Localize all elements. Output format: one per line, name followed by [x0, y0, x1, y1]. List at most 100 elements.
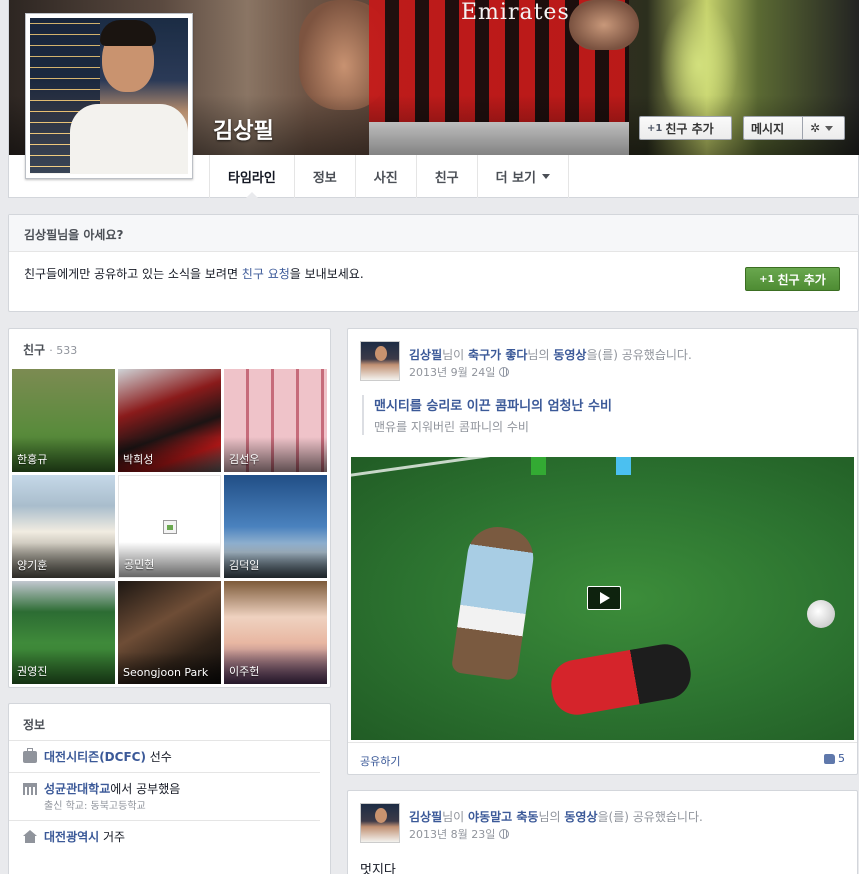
- profile-picture[interactable]: [25, 13, 193, 179]
- play-icon[interactable]: [587, 586, 621, 610]
- add-friend-icon: +1: [647, 122, 663, 134]
- post-text: 을(를) 공유했습니다.: [586, 348, 692, 362]
- friend-tile[interactable]: 박희성: [118, 369, 221, 472]
- friend-tile[interactable]: 김선우: [224, 369, 327, 472]
- friend-name: 한홍규: [12, 437, 115, 472]
- tab-more[interactable]: 더 보기: [478, 155, 570, 198]
- page-link[interactable]: 야동말고 축동: [468, 810, 538, 824]
- info-plain: 선수: [145, 750, 172, 764]
- like-count[interactable]: 5: [824, 752, 845, 765]
- globe-icon: [499, 829, 510, 839]
- info-row-work: 대전시티즌(DCFC) 선수: [9, 741, 320, 773]
- photo-shirt: [70, 104, 188, 174]
- info-row-content: 성균관대학교에서 공부했음 출신 학교: 동북고등학교: [44, 782, 180, 812]
- friend-tile[interactable]: 김덕일: [224, 475, 327, 578]
- friend-tile[interactable]: Seongjoon Park: [118, 581, 221, 684]
- friend-tile[interactable]: 공민현: [118, 475, 221, 578]
- video-thumbnail[interactable]: [351, 457, 854, 740]
- post-meta: 2013년 9월 24일: [409, 364, 510, 380]
- profile-name[interactable]: 김상필: [213, 113, 274, 145]
- info-row-content: 대전광역시 거주: [44, 830, 125, 844]
- tab-friends[interactable]: 친구: [417, 155, 478, 198]
- info-row-education: 성균관대학교에서 공부했음 출신 학교: 동북고등학교: [9, 773, 320, 821]
- tab-photos[interactable]: 사진: [356, 155, 417, 198]
- profile-header: Emirates 김상필 +1 친구 추가 메시지 ✲ 타임라인 정보 사진 친…: [8, 0, 859, 199]
- message-button[interactable]: 메시지: [743, 116, 802, 140]
- info-row-home: 대전광역시 거주: [9, 821, 320, 852]
- timeline-post: 김상필님이 야동말고 축동님의 동영상을(를) 공유했습니다. 2013년 8월…: [347, 790, 858, 874]
- page-link[interactable]: 축구가 좋다: [468, 348, 527, 362]
- workplace-link[interactable]: 대전시티즌(DCFC): [44, 750, 146, 764]
- friends-count: · 533: [49, 344, 78, 357]
- post-date[interactable]: 2013년 9월 24일: [409, 364, 495, 380]
- video-link[interactable]: 동영상: [564, 810, 597, 824]
- friend-name: 김덕일: [224, 543, 327, 578]
- friend-name: 박희성: [118, 437, 221, 472]
- add-friend-label: 친구 추가: [665, 121, 714, 136]
- tab-label: 타임라인: [228, 171, 276, 186]
- friend-tile[interactable]: 권영진: [12, 581, 115, 684]
- video-player-feet: [531, 457, 631, 475]
- post-body: 멋지다: [360, 863, 396, 874]
- friend-tile[interactable]: 이주헌: [224, 581, 327, 684]
- card-text: 친구들에게만 공유하고 있는 소식을 보려면 친구 요청을 보내보세요.: [9, 252, 858, 295]
- shared-link[interactable]: 맨시티를 승리로 이끈 콤파니의 엄청난 수비 맨유를 지워버린 콤파니의 수비: [362, 395, 612, 435]
- add-friend-button[interactable]: +1 친구 추가: [639, 116, 732, 140]
- tab-about[interactable]: 정보: [295, 155, 356, 198]
- school-link[interactable]: 성균관대학교: [44, 782, 110, 796]
- info-work-text: 대전시티즌(DCFC) 선수: [44, 750, 172, 764]
- friend-name: 공민현: [119, 542, 220, 577]
- chevron-down-icon: [542, 174, 551, 179]
- tab-timeline[interactable]: 타임라인: [210, 155, 295, 199]
- avatar[interactable]: [360, 341, 400, 381]
- post-date[interactable]: 2013년 8월 23일: [409, 826, 495, 842]
- timeline-post: 김상필님이 축구가 좋다님의 동영상을(를) 공유했습니다. 2013년 9월 …: [347, 328, 858, 775]
- post-text: 님의: [538, 810, 565, 824]
- home-icon: [23, 830, 37, 843]
- tab-label: 친구: [434, 171, 459, 186]
- broken-image-icon: [163, 520, 177, 534]
- video-player-red: [547, 640, 695, 719]
- friend-name: 이주헌: [224, 649, 327, 684]
- friend-name: 양기훈: [12, 543, 115, 578]
- author-link[interactable]: 김상필: [409, 348, 442, 362]
- friend-name: 권영진: [12, 649, 115, 684]
- friend-tile[interactable]: 한홍규: [12, 369, 115, 472]
- friend-name: Seongjoon Park: [118, 652, 221, 684]
- pitch-line: [351, 457, 560, 478]
- author-link[interactable]: 김상필: [409, 810, 442, 824]
- briefcase-icon: [23, 748, 37, 763]
- settings-dropdown-button[interactable]: ✲: [802, 116, 845, 140]
- friend-request-link[interactable]: 친구 요청: [242, 267, 290, 281]
- school-icon: [23, 783, 37, 795]
- post-header-text: 김상필님이 야동말고 축동님의 동영상을(를) 공유했습니다.: [409, 808, 703, 825]
- info-box: 정보 대전시티즌(DCFC) 선수 성균관대학교에서 공부했음 출신 학교: 동…: [8, 703, 331, 874]
- post-text: 님의: [527, 348, 554, 362]
- info-plain: 거주: [99, 830, 126, 844]
- card-text-before: 친구들에게만 공유하고 있는 소식을 보려면: [24, 267, 242, 281]
- info-title[interactable]: 정보: [9, 704, 330, 741]
- video-link[interactable]: 동영상: [553, 348, 586, 362]
- friends-grid: 한홍규 박희성 김선우 양기훈 공민현 김덕일 권영진 Seongjoon Pa…: [12, 369, 327, 684]
- photo-hair: [100, 20, 156, 46]
- shared-link-title[interactable]: 맨시티를 승리로 이끈 콤파니의 엄청난 수비: [374, 395, 612, 414]
- cover-sponsor-text: Emirates: [461, 0, 570, 25]
- info-education-text: 성균관대학교에서 공부했음: [44, 782, 180, 796]
- city-link[interactable]: 대전광역시: [44, 830, 99, 844]
- friend-tile[interactable]: 양기훈: [12, 475, 115, 578]
- add-friend-button-green[interactable]: +1 친구 추가: [745, 267, 840, 291]
- post-text: 을(를) 공유했습니다.: [597, 810, 703, 824]
- info-plain: 에서 공부했음: [110, 782, 181, 796]
- friends-box: 친구 · 533 한홍규 박희성 김선우 양기훈 공민현 김덕일 권영진 Seo…: [8, 328, 331, 688]
- card-title: 김상필님을 아세요?: [9, 215, 858, 252]
- shared-link-description: 맨유를 지워버린 콤파니의 수비: [374, 420, 529, 434]
- card-text-after: 을 보내보세요.: [289, 267, 364, 281]
- add-friend-label: 친구 추가: [777, 272, 826, 287]
- info-home-text: 대전광역시 거주: [44, 830, 125, 844]
- avatar[interactable]: [360, 803, 400, 843]
- post-text: 님이: [442, 810, 469, 824]
- tab-label: 더 보기: [495, 171, 537, 186]
- friends-header[interactable]: 친구 · 533: [9, 329, 330, 370]
- cover-hand: [569, 0, 639, 50]
- share-link[interactable]: 공유하기: [360, 753, 400, 768]
